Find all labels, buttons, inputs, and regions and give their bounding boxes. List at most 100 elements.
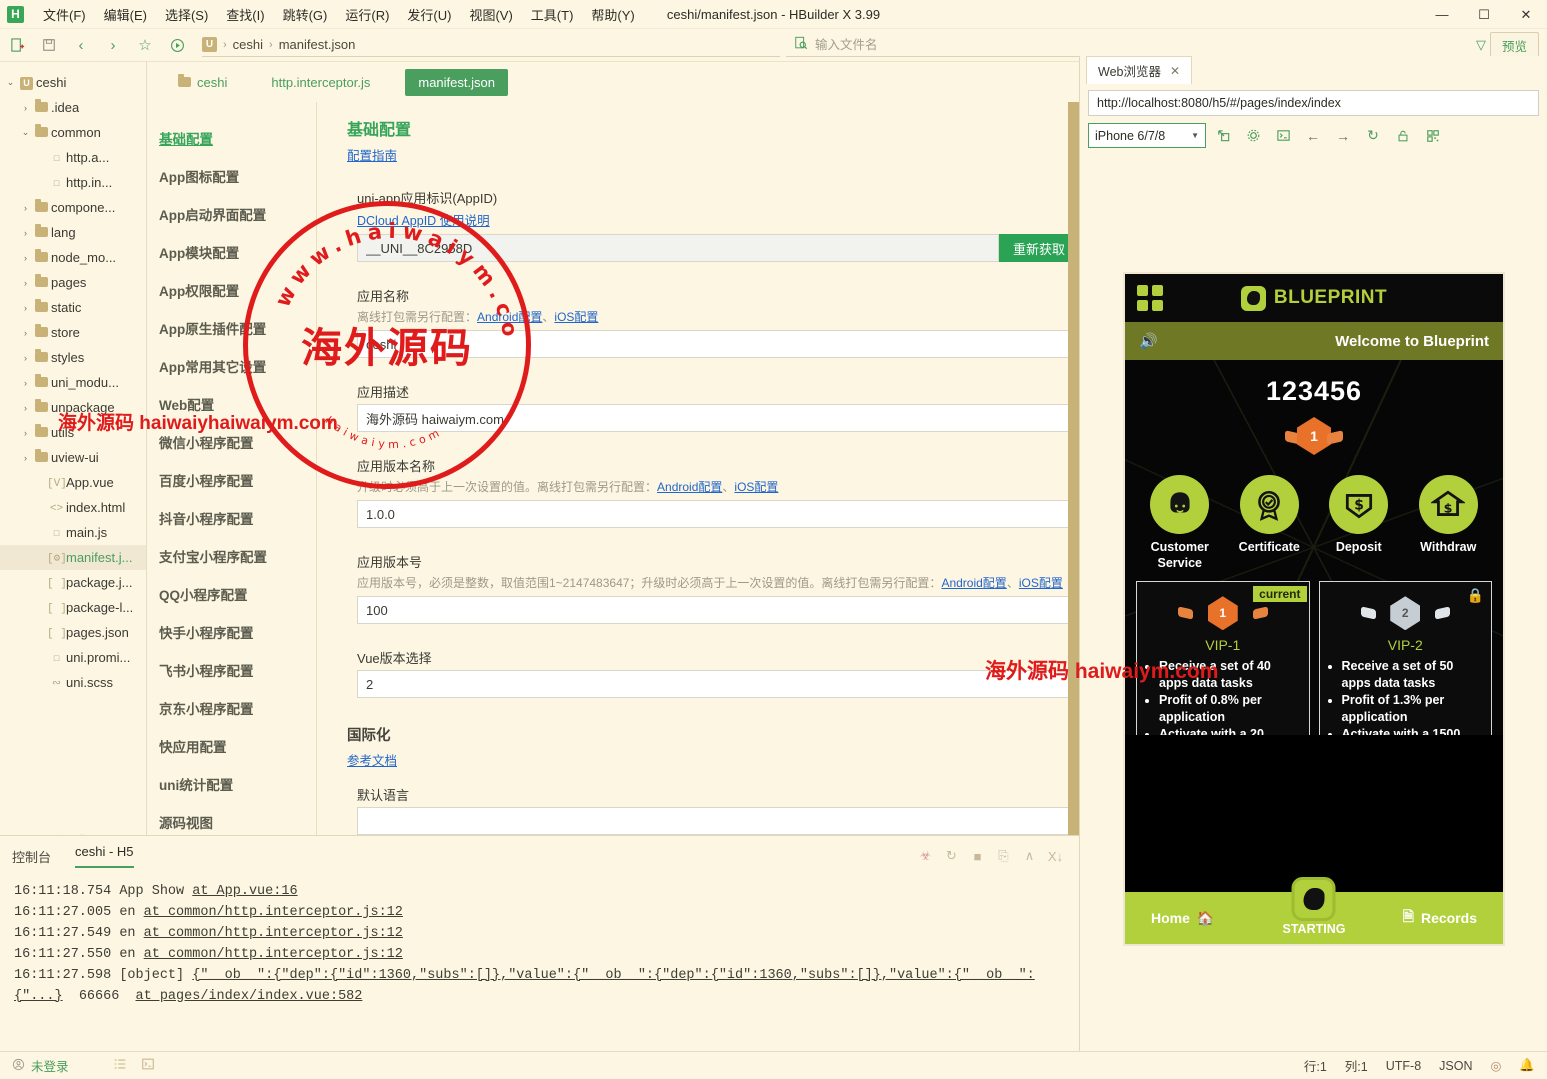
- ios-config-link[interactable]: iOS配置: [734, 480, 778, 494]
- config-nav-item-4[interactable]: App权限配置: [157, 271, 316, 309]
- quick-action-3[interactable]: $ Withdraw: [1408, 475, 1488, 571]
- appid-input[interactable]: [357, 234, 999, 262]
- editor-tab-1[interactable]: http.interceptor.js: [262, 70, 379, 95]
- android-config-link[interactable]: Android配置: [477, 310, 542, 324]
- versioncode-input[interactable]: [357, 596, 1079, 624]
- vip-card-vip-2[interactable]: 🔒 2 VIP-2 Receive a set of 50 apps data …: [1319, 581, 1493, 735]
- notification-icon[interactable]: ◎: [1491, 1058, 1502, 1073]
- collapse-icon[interactable]: ∧: [1018, 845, 1041, 867]
- menu-item-6[interactable]: 发行(U): [398, 1, 460, 28]
- console-icon[interactable]: [1270, 124, 1296, 148]
- lock-icon[interactable]: [1390, 124, 1416, 148]
- console-tab-ceshi-h5[interactable]: ceshi - H5: [75, 844, 134, 868]
- console-link[interactable]: at common/http.interceptor.js:12: [144, 905, 403, 920]
- file-tree-item[interactable]: › static: [0, 295, 146, 320]
- versionname-input[interactable]: [357, 500, 1079, 528]
- quick-action-2[interactable]: $ Deposit: [1319, 475, 1399, 571]
- file-tree-item[interactable]: [⚙] manifest.j...: [0, 545, 146, 570]
- stop-icon[interactable]: ■: [966, 845, 989, 867]
- file-tree-item[interactable]: › .idea: [0, 95, 146, 120]
- manifest-config-nav[interactable]: 基础配置App图标配置App启动界面配置App模块配置App权限配置App原生插…: [147, 102, 317, 863]
- config-nav-item-8[interactable]: 微信小程序配置: [157, 423, 316, 461]
- file-tree-item[interactable]: [ ] pages.json: [0, 620, 146, 645]
- appname-input[interactable]: [357, 330, 1079, 358]
- config-nav-item-9[interactable]: 百度小程序配置: [157, 461, 316, 499]
- console-link[interactable]: at common/http.interceptor.js:12: [144, 926, 403, 941]
- ios-config-link[interactable]: iOS配置: [554, 310, 598, 324]
- browser-tab[interactable]: Web浏览器 ✕: [1086, 56, 1192, 84]
- config-nav-item-10[interactable]: 抖音小程序配置: [157, 499, 316, 537]
- config-nav-item-17[interactable]: uni统计配置: [157, 765, 316, 803]
- dcloud-appid-link[interactable]: DCloud AppID 使用说明: [357, 214, 490, 228]
- chevron-icon[interactable]: ›: [19, 353, 32, 363]
- file-tree-item[interactable]: › node_mo...: [0, 245, 146, 270]
- tab-starting[interactable]: STARTING: [1283, 877, 1346, 936]
- chevron-icon[interactable]: ⌄: [19, 127, 32, 138]
- file-tree-item[interactable]: <> index.html: [0, 495, 146, 520]
- file-tree-item[interactable]: › unpackage: [0, 395, 146, 420]
- chevron-icon[interactable]: ›: [19, 328, 32, 338]
- filter-icon[interactable]: ▽: [1476, 37, 1486, 53]
- file-tree[interactable]: ⌄ U ceshi › .idea ⌄ common ☐ http.a... ☐…: [0, 62, 147, 863]
- breadcrumb-item-project[interactable]: ceshi: [233, 37, 263, 52]
- appdesc-input[interactable]: [357, 404, 1079, 432]
- star-icon[interactable]: ☆: [130, 32, 160, 58]
- console-link[interactable]: at pages/index/index.vue:582: [136, 989, 363, 1004]
- breadcrumb-item-file[interactable]: manifest.json: [279, 37, 356, 52]
- menu-item-2[interactable]: 选择(S): [156, 1, 217, 28]
- chevron-icon[interactable]: ⌄: [4, 77, 17, 88]
- menu-item-0[interactable]: 文件(F): [34, 1, 95, 28]
- file-tree-item[interactable]: [ ] package.j...: [0, 570, 146, 595]
- account-status[interactable]: 未登录: [12, 1056, 69, 1075]
- i18n-doc-link[interactable]: 参考文档: [347, 754, 397, 768]
- file-tree-item[interactable]: ☐ http.in...: [0, 170, 146, 195]
- editor-tab-2[interactable]: manifest.json: [405, 69, 508, 96]
- config-nav-item-7[interactable]: Web配置: [157, 385, 316, 423]
- menu-item-4[interactable]: 跳转(G): [274, 1, 337, 28]
- editor-tab-0[interactable]: ceshi: [169, 70, 236, 95]
- file-tree-item[interactable]: ⌄ common: [0, 120, 146, 145]
- android-config-link[interactable]: Android配置: [941, 576, 1006, 590]
- maximize-button[interactable]: ☐: [1463, 0, 1505, 29]
- mobile-preview[interactable]: BLUEPRINT 🔊 Welcome to Blueprint 123456 …: [1125, 274, 1503, 944]
- chevron-icon[interactable]: ›: [19, 203, 32, 213]
- cursor-row[interactable]: 行:1: [1304, 1056, 1327, 1075]
- file-tree-item[interactable]: ☐ http.a...: [0, 145, 146, 170]
- config-nav-item-3[interactable]: App模块配置: [157, 233, 316, 271]
- vueversion-input[interactable]: [357, 670, 1079, 698]
- chevron-icon[interactable]: ›: [19, 278, 32, 288]
- config-nav-item-2[interactable]: App启动界面配置: [157, 195, 316, 233]
- config-nav-item-16[interactable]: 快应用配置: [157, 727, 316, 765]
- console-output[interactable]: 16:11:18.754 App Show at App.vue:1616:11…: [0, 876, 1079, 1014]
- file-tree-item[interactable]: ☐ uni.promi...: [0, 645, 146, 670]
- android-config-link[interactable]: Android配置: [657, 480, 722, 494]
- config-nav-item-14[interactable]: 飞书小程序配置: [157, 651, 316, 689]
- config-nav-item-11[interactable]: 支付宝小程序配置: [157, 537, 316, 575]
- console-link[interactable]: at common/http.interceptor.js:12: [144, 947, 403, 962]
- menu-grid-icon[interactable]: [1137, 285, 1163, 311]
- chevron-icon[interactable]: ›: [19, 453, 32, 463]
- chevron-icon[interactable]: ›: [19, 378, 32, 388]
- minimize-button[interactable]: —: [1421, 0, 1463, 29]
- config-nav-item-12[interactable]: QQ小程序配置: [157, 575, 316, 613]
- run-icon[interactable]: [162, 32, 192, 58]
- clear-icon[interactable]: X↓: [1044, 845, 1067, 867]
- config-nav-item-0[interactable]: 基础配置: [157, 119, 316, 157]
- back-icon[interactable]: ‹: [66, 32, 96, 58]
- gear-icon[interactable]: [1240, 124, 1266, 148]
- file-tree-item[interactable]: › lang: [0, 220, 146, 245]
- file-tree-item[interactable]: ☐ main.js: [0, 520, 146, 545]
- file-tree-item[interactable]: › uni_modu...: [0, 370, 146, 395]
- file-tree-item[interactable]: › pages: [0, 270, 146, 295]
- forward-icon[interactable]: ›: [98, 32, 128, 58]
- new-file-icon[interactable]: [2, 32, 32, 58]
- close-icon[interactable]: ✕: [1170, 64, 1180, 78]
- file-tree-item[interactable]: [V] App.vue: [0, 470, 146, 495]
- tab-records[interactable]: 🗎 Records: [1403, 906, 1477, 930]
- menu-item-9[interactable]: 帮助(Y): [582, 1, 643, 28]
- file-tree-item[interactable]: [ ] package-l...: [0, 595, 146, 620]
- quick-action-1[interactable]: Certificate: [1229, 475, 1309, 571]
- deflang-input[interactable]: [357, 807, 1079, 835]
- file-tree-item[interactable]: ⌄ U ceshi: [0, 70, 146, 95]
- search-input[interactable]: [815, 38, 1469, 52]
